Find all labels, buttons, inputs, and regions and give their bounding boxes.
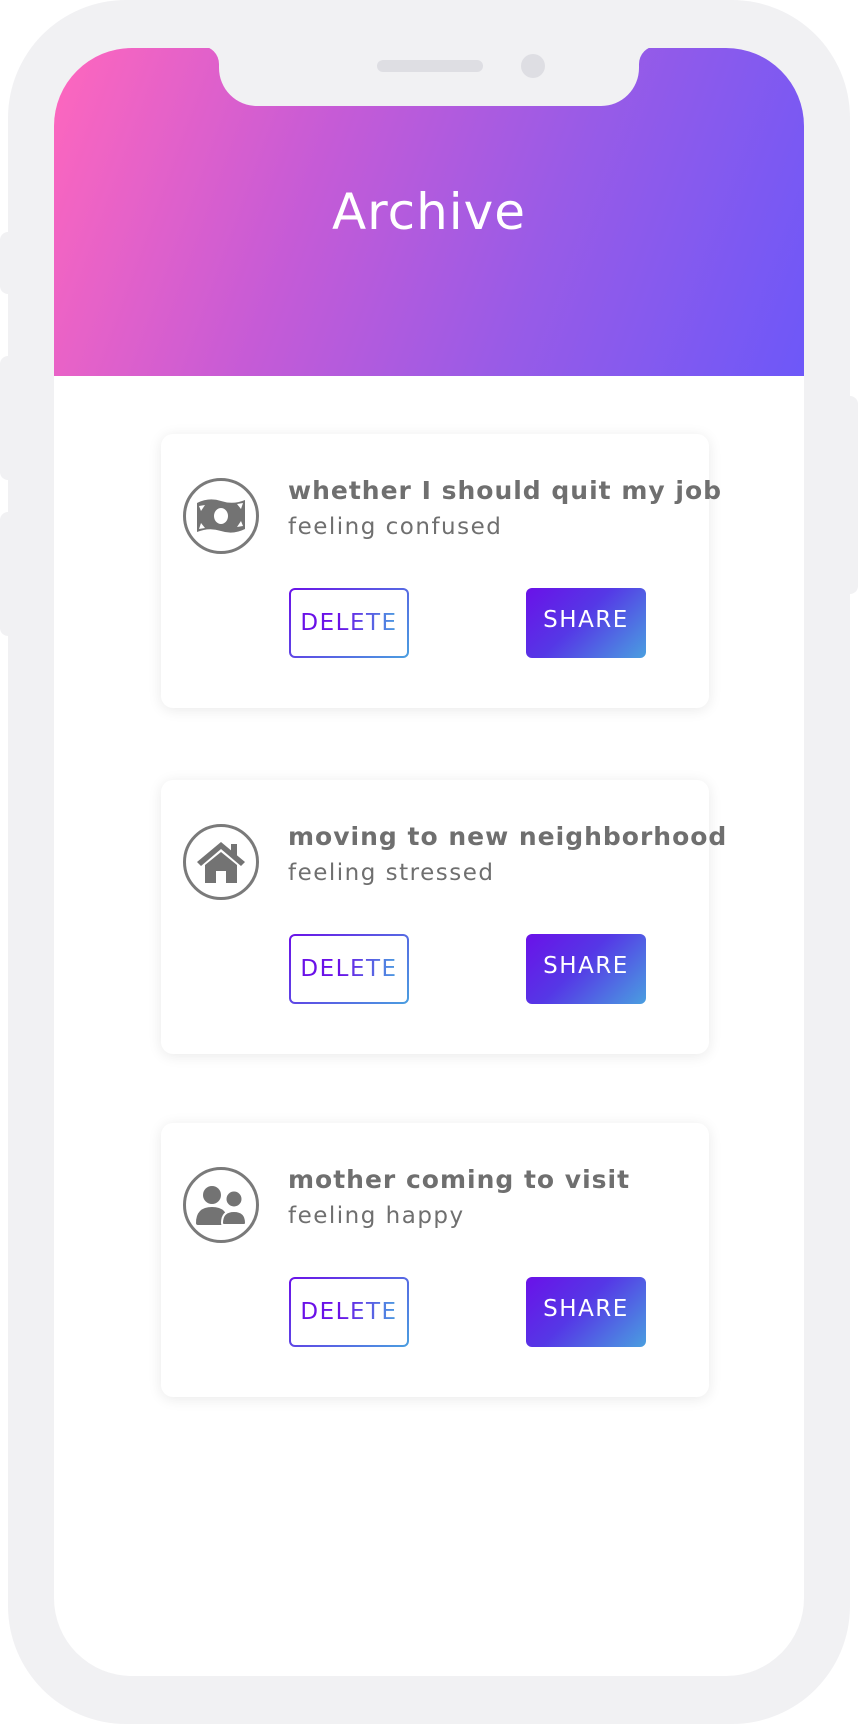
users-icon <box>183 1167 259 1243</box>
archive-card: whether I should quit my job feeling con… <box>161 434 721 708</box>
share-button-label: SHARE <box>543 953 629 979</box>
share-button[interactable]: SHARE <box>526 1277 646 1347</box>
delete-button-label: DELETE <box>300 610 398 636</box>
front-camera <box>521 54 545 78</box>
card-feeling: feeling happy <box>288 1203 465 1229</box>
archive-card: mother coming to visit feeling happy DEL… <box>161 1123 709 1397</box>
delete-button[interactable]: DELETE <box>289 1277 409 1347</box>
share-button-label: SHARE <box>543 607 629 633</box>
card-title: moving to new neighborhood <box>288 822 728 851</box>
card-feeling: feeling stressed <box>288 860 495 886</box>
app-screen: Archive whether I should quit my job fee… <box>54 48 804 1676</box>
delete-button[interactable]: DELETE <box>289 588 409 658</box>
share-button[interactable]: SHARE <box>526 934 646 1004</box>
money-bill-icon-glyph <box>197 499 245 533</box>
card-feeling: feeling confused <box>288 514 503 540</box>
phone-frame: Archive whether I should quit my job fee… <box>8 0 850 1724</box>
house-icon <box>183 824 259 900</box>
share-button[interactable]: SHARE <box>526 588 646 658</box>
card-title: mother coming to visit <box>288 1165 631 1194</box>
delete-button-label: DELETE <box>300 956 398 982</box>
page-title: Archive <box>331 183 527 241</box>
users-icon-glyph <box>196 1186 248 1226</box>
phone-notch <box>219 48 639 106</box>
delete-button[interactable]: DELETE <box>289 934 409 1004</box>
archive-card: moving to new neighborhood feeling stres… <box>161 780 726 1054</box>
house-icon-glyph <box>197 842 245 883</box>
share-button-label: SHARE <box>543 1296 629 1322</box>
delete-button-label: DELETE <box>300 1299 398 1325</box>
speaker-grille <box>377 60 483 72</box>
money-bill-icon <box>183 478 259 554</box>
header-banner: Archive <box>54 48 804 376</box>
card-title: whether I should quit my job <box>288 476 723 505</box>
